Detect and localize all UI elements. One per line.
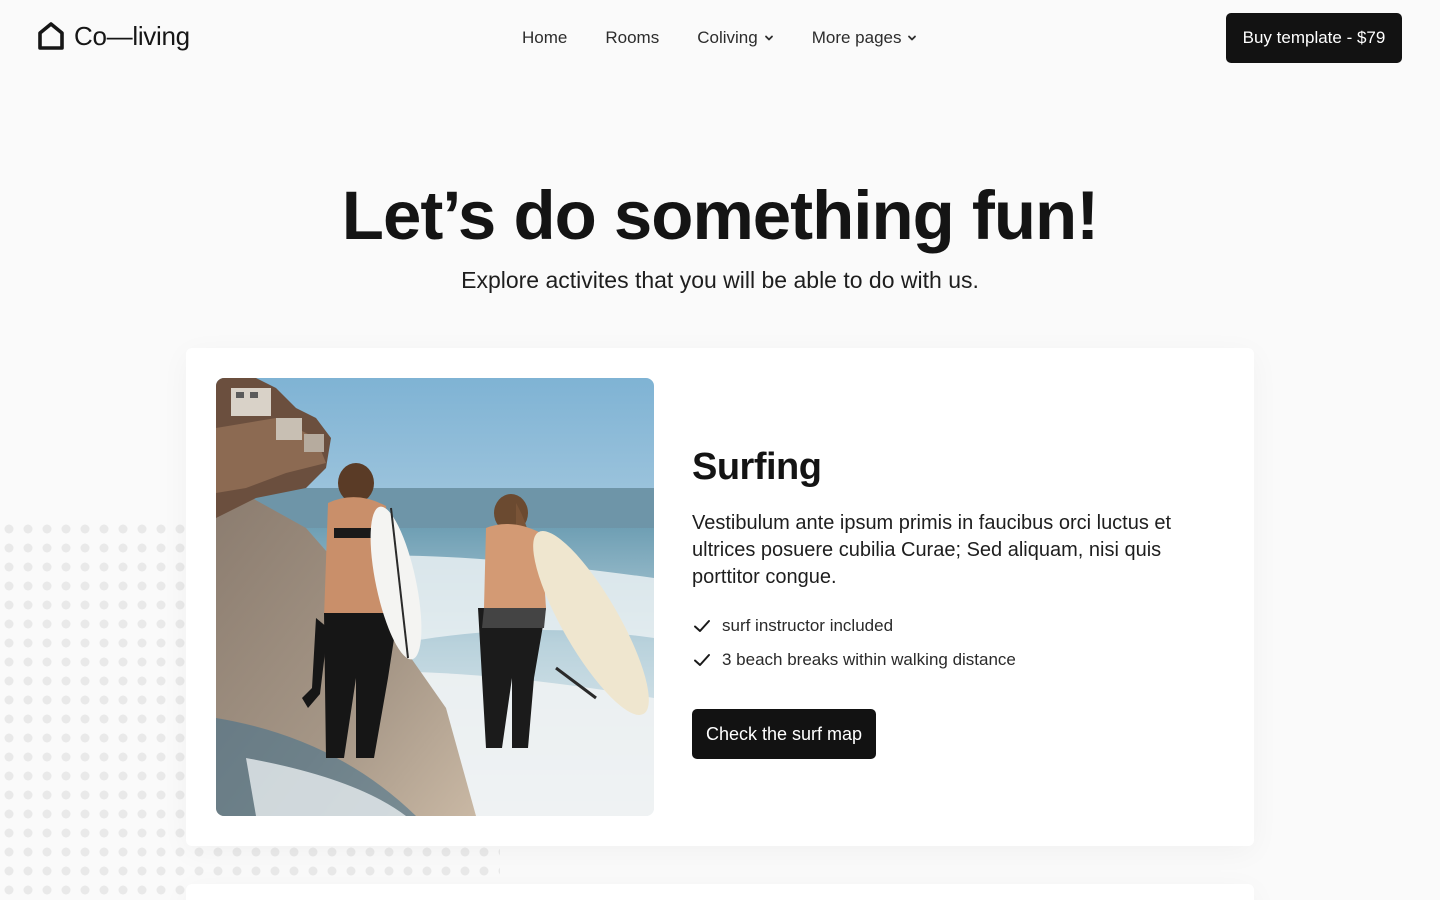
activity-description: Vestibulum ante ipsum primis in faucibus… [692, 512, 1172, 588]
site-header: Co—living Home Rooms Coliving More pages… [0, 0, 1440, 78]
house-icon [38, 22, 64, 50]
activity-features: surf instructor included 3 beach breaks … [692, 609, 1212, 677]
logo-text: Co—living [74, 21, 190, 51]
nav-home[interactable]: Home [522, 28, 567, 48]
surf-map-button[interactable]: Check the surf map [692, 709, 877, 759]
nav-rooms-label: Rooms [605, 28, 660, 47]
feature-item: 3 beach breaks within walking distance [692, 643, 1212, 677]
surfing-photo-illustration [216, 378, 654, 816]
logo-link[interactable]: Co—living [36, 20, 190, 52]
check-icon [694, 620, 710, 632]
feature-label: 3 beach breaks within walking distance [722, 650, 1016, 669]
chevron-down-icon [764, 35, 773, 41]
buy-template-button[interactable]: Buy template - $79 [1226, 13, 1402, 63]
next-activity-card [186, 884, 1254, 900]
feature-label: surf instructor included [722, 616, 894, 635]
activity-card: Surfing Vestibulum ante ipsum primis in … [186, 348, 1254, 846]
hero-title: Let’s do something fun! [341, 177, 1099, 254]
hero-subtitle: Explore activites that you will be able … [461, 267, 979, 293]
chevron-down-icon [908, 35, 917, 41]
activity-content: Surfing Vestibulum ante ipsum primis in … [692, 444, 1212, 759]
main-nav: Home Rooms Coliving More pages [522, 28, 917, 48]
nav-more-pages-dropdown[interactable]: More pages [812, 28, 918, 48]
activity-title: Surfing [692, 446, 822, 488]
feature-item: surf instructor included [692, 609, 1212, 643]
check-icon [694, 654, 710, 666]
nav-more-pages-label: More pages [811, 28, 902, 47]
nav-home-label: Home [522, 28, 568, 47]
surfing-photo [216, 378, 654, 816]
nav-rooms[interactable]: Rooms [605, 28, 659, 48]
nav-coliving-label: Coliving [697, 28, 758, 47]
nav-coliving-dropdown[interactable]: Coliving [697, 28, 773, 48]
